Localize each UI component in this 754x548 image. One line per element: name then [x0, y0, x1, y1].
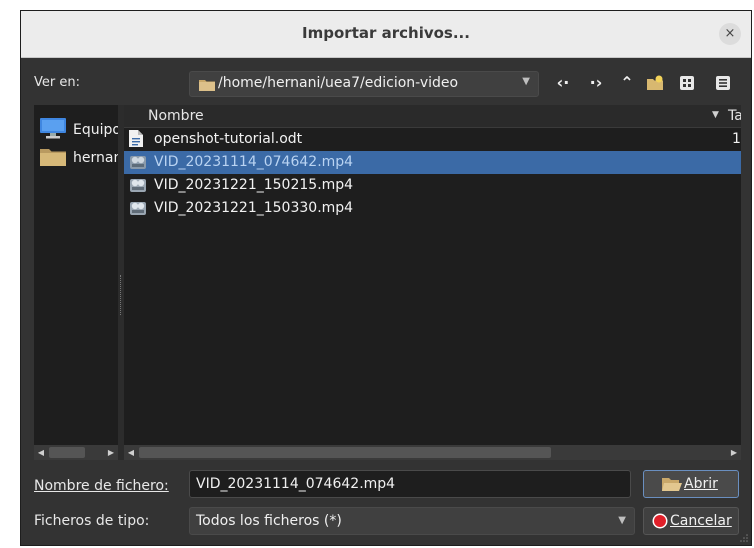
- scrollbar-thumb[interactable]: [49, 447, 85, 458]
- file-name: openshot-tutorial.odt: [154, 131, 303, 147]
- parent-dir-icon: ⌃: [620, 73, 634, 92]
- folder-icon: [199, 80, 215, 91]
- folder-icon: [40, 149, 66, 166]
- back-button[interactable]: ‹·: [551, 71, 575, 95]
- new-folder-button[interactable]: [643, 71, 667, 95]
- current-path: /home/hernani/uea7/edicion-video: [218, 75, 459, 91]
- video-file-icon: [130, 156, 146, 169]
- file-name: VID_20231114_074642.mp4: [154, 154, 354, 170]
- sort-descending-icon: ▼: [712, 110, 719, 120]
- filename-input[interactable]: [189, 470, 631, 498]
- folder-open-icon: [662, 478, 682, 491]
- sidebar-item-computer[interactable]: Equipo: [40, 117, 118, 141]
- back-icon: ‹·: [556, 73, 570, 92]
- sidebar-scrollbar[interactable]: ◀ ▶: [34, 445, 118, 460]
- filetype-label: Ficheros de tipo:: [34, 513, 150, 529]
- detail-view-button[interactable]: [711, 71, 735, 95]
- resize-grip-icon[interactable]: [739, 533, 749, 543]
- file-row[interactable]: VID_20231221_150215.mp4: [124, 174, 741, 197]
- file-size: 1: [732, 131, 741, 147]
- document-icon: [129, 130, 143, 147]
- splitter-grip: [120, 275, 122, 315]
- cancel-button[interactable]: Cancelar: [643, 507, 739, 535]
- file-list[interactable]: Nombre ▼ Tamaño openshot-tutorial.odt 1 …: [124, 105, 741, 460]
- places-sidebar: Equipo hernani ◀ ▶: [34, 105, 118, 460]
- cancel-button-label: Cancelar: [670, 513, 732, 529]
- filename-label: Nombre de fichero:: [34, 478, 169, 494]
- sidebar-item-label: hernani: [73, 150, 118, 166]
- scrollbar-thumb[interactable]: [139, 447, 551, 458]
- close-button[interactable]: ×: [719, 23, 741, 45]
- import-files-dialog: Importar archivos... × Ver en: /home/her…: [20, 10, 752, 546]
- file-list-header: Nombre ▼ Tamaño: [124, 105, 741, 128]
- icon-view-button[interactable]: [675, 71, 699, 95]
- icon-view-icon: [680, 76, 694, 90]
- file-row[interactable]: VID_20231114_074642.mp4: [124, 151, 741, 174]
- scroll-right-button[interactable]: ▶: [727, 445, 741, 460]
- forward-icon: ·›: [589, 73, 603, 92]
- file-name: VID_20231221_150215.mp4: [154, 177, 354, 193]
- file-row[interactable]: openshot-tutorial.odt 1: [124, 128, 741, 151]
- open-button[interactable]: Abrir: [643, 470, 739, 498]
- open-button-label: Abrir: [684, 476, 718, 492]
- scroll-right-button[interactable]: ▶: [104, 445, 118, 460]
- title-bar[interactable]: Importar archivos... ×: [21, 11, 751, 58]
- cancel-icon: [652, 513, 668, 529]
- video-file-icon: [130, 202, 146, 215]
- forward-button[interactable]: ·›: [584, 71, 608, 95]
- sidebar-item-home[interactable]: hernani: [40, 145, 118, 169]
- chevron-down-icon: ▼: [522, 76, 530, 87]
- new-folder-icon: [647, 75, 663, 90]
- dialog-title: Importar archivos...: [302, 24, 470, 42]
- chevron-down-icon: ▼: [618, 515, 626, 526]
- computer-icon: [40, 118, 66, 139]
- column-header-name[interactable]: Nombre: [148, 108, 204, 124]
- close-icon: ×: [724, 26, 736, 41]
- file-list-scrollbar[interactable]: ◀ ▶: [124, 445, 741, 460]
- file-name: VID_20231221_150330.mp4: [154, 200, 354, 216]
- column-header-size[interactable]: Tamaño: [728, 108, 741, 124]
- sidebar-item-label: Equipo: [73, 122, 118, 138]
- look-in-combo[interactable]: /home/hernani/uea7/edicion-video ▼: [189, 71, 539, 97]
- scroll-left-button[interactable]: ◀: [34, 445, 48, 460]
- filetype-selected: Todos los ficheros (*): [196, 513, 342, 529]
- scroll-left-button[interactable]: ◀: [124, 445, 138, 460]
- detail-view-icon: [716, 76, 730, 90]
- video-file-icon: [130, 179, 146, 192]
- file-row[interactable]: VID_20231221_150330.mp4: [124, 197, 741, 220]
- parent-directory-button[interactable]: ⌃: [615, 71, 639, 95]
- filetype-combo[interactable]: Todos los ficheros (*) ▼: [189, 507, 635, 535]
- look-in-label: Ver en:: [34, 75, 80, 90]
